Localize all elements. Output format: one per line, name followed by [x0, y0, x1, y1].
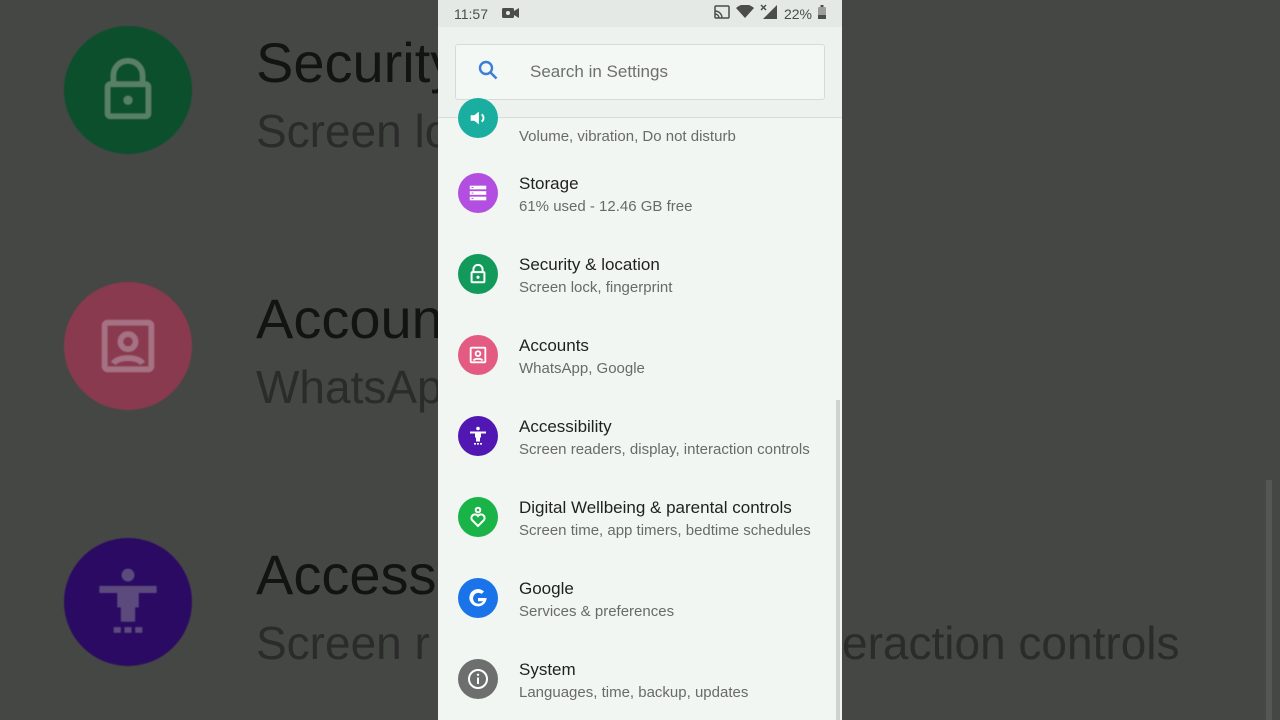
accessibility-icon [64, 538, 192, 666]
list-item-title: Security & location [519, 255, 660, 274]
list-item-title: Digital Wellbeing & parental controls [519, 498, 792, 517]
list-item-system[interactable]: System Languages, time, backup, updates [438, 649, 842, 720]
list-item-title: System [519, 660, 576, 679]
list-item-google[interactable]: Google Services & preferences [438, 568, 842, 649]
bg-title: Accoun [256, 287, 443, 350]
list-item-subtitle: Volume, vibration, Do not disturb [519, 128, 736, 145]
clock: 11:57 [454, 5, 488, 22]
battery-percentage: 22% [783, 5, 812, 22]
google-icon [458, 578, 498, 618]
bg-subtitle: Screen lo [256, 105, 451, 157]
bg-subtitle: Screen r [256, 617, 430, 669]
status-bar: 11:57 22% [438, 0, 842, 27]
storage-icon [458, 173, 498, 213]
list-item-subtitle: Screen time, app timers, bedtime schedul… [519, 522, 811, 539]
battery-icon [818, 5, 826, 22]
account-icon [458, 335, 498, 375]
search-icon [476, 58, 500, 87]
bg-title: Access [256, 543, 437, 606]
list-item-subtitle: Screen lock, fingerprint [519, 279, 673, 296]
bg-subtitle: WhatsAp [256, 361, 443, 413]
search-input[interactable]: Search in Settings [455, 44, 825, 100]
bg-right-text: eraction controls [842, 617, 1180, 669]
list-item-subtitle: Services & preferences [519, 603, 675, 620]
bg-title: Security [256, 31, 459, 94]
sound-icon [458, 98, 498, 138]
wellbeing-icon [458, 497, 498, 537]
list-item-accessibility[interactable]: Accessibility Screen readers, display, i… [438, 406, 842, 487]
list-item-digital-wellbeing[interactable]: Digital Wellbeing & parental controls Sc… [438, 487, 842, 568]
screen: Security Screen lo Accoun WhatsAp Access… [0, 0, 1280, 720]
scrollbar[interactable] [836, 400, 840, 720]
search-placeholder: Search in Settings [530, 62, 668, 81]
list-item-subtitle: WhatsApp, Google [519, 360, 645, 377]
list-item-title: Accounts [519, 336, 589, 355]
list-item-subtitle: 61% used - 12.46 GB free [519, 198, 693, 215]
list-item-title: Google [519, 579, 574, 598]
list-item-subtitle: Languages, time, backup, updates [519, 684, 749, 701]
screen-record-icon [502, 6, 520, 22]
list-item-title: Accessibility [519, 417, 612, 436]
accessibility-icon [458, 416, 498, 456]
lock-icon [458, 254, 498, 294]
list-item-security[interactable]: Security & location Screen lock, fingerp… [438, 244, 842, 325]
account-icon [64, 282, 192, 410]
wifi-icon [735, 4, 754, 22]
list-item-subtitle: Screen readers, display, interaction con… [519, 441, 810, 458]
list-item-accounts[interactable]: Accounts WhatsApp, Google [438, 325, 842, 406]
settings-screen: 11:57 22% Search in Settings Volume, vib… [438, 0, 842, 720]
lock-icon [64, 26, 192, 154]
signal-icon [760, 4, 778, 23]
cast-icon [714, 5, 730, 22]
info-icon [458, 659, 498, 699]
list-item-storage[interactable]: Storage 61% used - 12.46 GB free [438, 163, 842, 244]
list-item-title: Storage [519, 174, 579, 193]
bg-scrollbar [1266, 480, 1272, 720]
